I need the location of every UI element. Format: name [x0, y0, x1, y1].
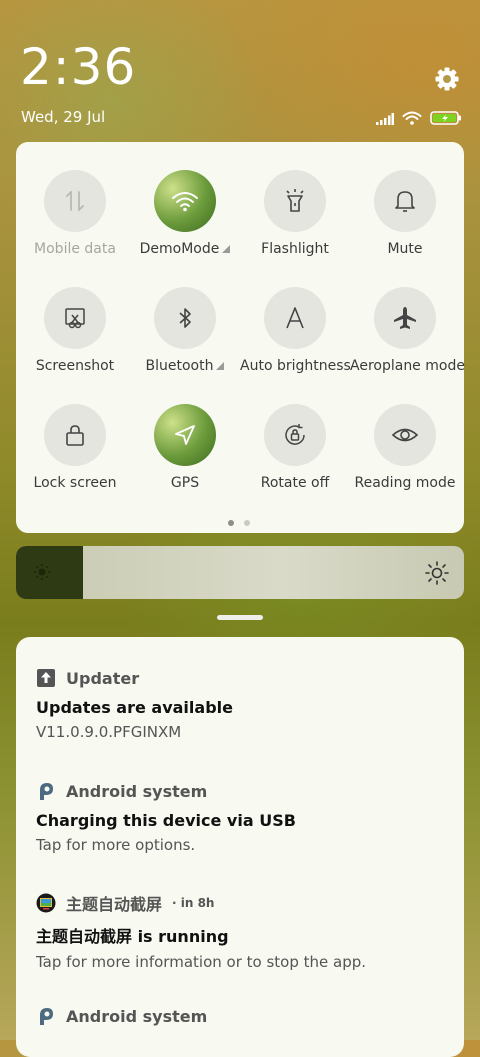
tile-label: Bluetooth [130, 358, 240, 374]
android-system-icon [36, 781, 56, 801]
eye-icon [374, 404, 436, 466]
lock-icon [44, 404, 106, 466]
tile-reading-mode[interactable]: Reading mode [350, 404, 460, 491]
notification-body: Tap for more information or to stop the … [36, 953, 367, 971]
quick-settings-panel: Mobile data DemoMode Flashlight Mute Scr… [16, 142, 465, 533]
clock[interactable]: 2:36 [20, 38, 136, 96]
tile-demomode[interactable]: DemoMode [130, 170, 240, 257]
tile-label: Lock screen [33, 475, 117, 491]
expand-arrow-icon [216, 362, 225, 370]
notification-body: V11.0.9.0.PFGINXM [36, 723, 182, 741]
notification-app-name: Android system [66, 781, 208, 801]
notification-android-system[interactable]: Android system Charging this device via … [36, 780, 456, 855]
airplane-icon [374, 287, 436, 349]
tile-label: Mobile data [34, 241, 116, 257]
tile-auto-brightness[interactable]: Auto brightness [240, 287, 351, 374]
notification-theme-screenshot[interactable]: 主题自动截屏 · in 8h 主题自动截屏 is running Tap for… [36, 892, 456, 971]
panel-drag-handle[interactable] [217, 615, 263, 620]
tile-label: DemoMode [130, 241, 240, 257]
notification-app-name: 主题自动截屏 [66, 895, 163, 914]
gps-icon [154, 404, 216, 466]
flashlight-icon [264, 170, 326, 232]
notification-title: Updates are available [36, 698, 233, 717]
notification-app-name: Updater [66, 668, 140, 688]
tile-label: Reading mode [354, 475, 456, 491]
notification-time: · in 8h [172, 896, 215, 910]
brightness-high-icon [424, 560, 450, 590]
notification-panel: Updater Updates are available V11.0.9.0.… [16, 637, 464, 1057]
tile-label: GPS [170, 475, 200, 491]
tile-lock-screen[interactable]: Lock screen [20, 404, 130, 491]
theme-screenshot-app-icon [36, 893, 56, 913]
tile-aeroplane-mode[interactable]: Aeroplane mode [350, 287, 465, 374]
notification-title: Charging this device via USB [36, 811, 296, 830]
tile-mute[interactable]: Mute [350, 170, 460, 257]
expand-arrow-icon [222, 245, 231, 253]
tile-label: Rotate off [260, 475, 330, 491]
brightness-low-icon [32, 562, 52, 586]
tile-flashlight[interactable]: Flashlight [240, 170, 350, 257]
date[interactable]: Wed, 29 Jul [21, 108, 105, 126]
tile-rotate-off[interactable]: Rotate off [240, 404, 350, 491]
bell-icon [374, 170, 436, 232]
tile-bluetooth[interactable]: Bluetooth [130, 287, 240, 374]
page-indicator [228, 520, 250, 526]
notification-body: Tap for more options. [36, 836, 196, 854]
updater-icon [36, 668, 56, 688]
page-dot-active[interactable] [228, 520, 234, 526]
tile-label: Auto brightness [240, 358, 351, 374]
tile-label: Screenshot [35, 358, 115, 374]
tile-screenshot[interactable]: Screenshot [20, 287, 130, 374]
tile-label: Flashlight [261, 241, 329, 257]
android-system-icon [36, 1006, 56, 1026]
battery-charging-icon [430, 110, 462, 129]
bluetooth-icon [154, 287, 216, 349]
status-icons [376, 110, 462, 129]
tile-label: Aeroplane mode [350, 358, 465, 374]
signal-icon [376, 110, 394, 129]
tile-label: Mute [387, 241, 423, 257]
screenshot-icon [44, 287, 106, 349]
page-dot[interactable] [244, 520, 250, 526]
wifi-icon [154, 170, 216, 232]
notification-android-system-2[interactable]: Android system [36, 1005, 456, 1027]
tile-gps[interactable]: GPS [130, 404, 240, 491]
settings-gear-icon[interactable] [432, 64, 462, 94]
notification-title: 主题自动截屏 is running [36, 927, 229, 946]
notification-updater[interactable]: Updater Updates are available V11.0.9.0.… [36, 667, 456, 742]
notification-app-name: Android system [66, 1006, 208, 1026]
wifi-icon [402, 110, 422, 129]
mobile-data-icon [44, 170, 106, 232]
tile-mobile-data[interactable]: Mobile data [20, 170, 130, 257]
auto-brightness-icon [264, 287, 326, 349]
rotate-lock-icon [264, 404, 326, 466]
brightness-slider[interactable] [16, 546, 464, 599]
